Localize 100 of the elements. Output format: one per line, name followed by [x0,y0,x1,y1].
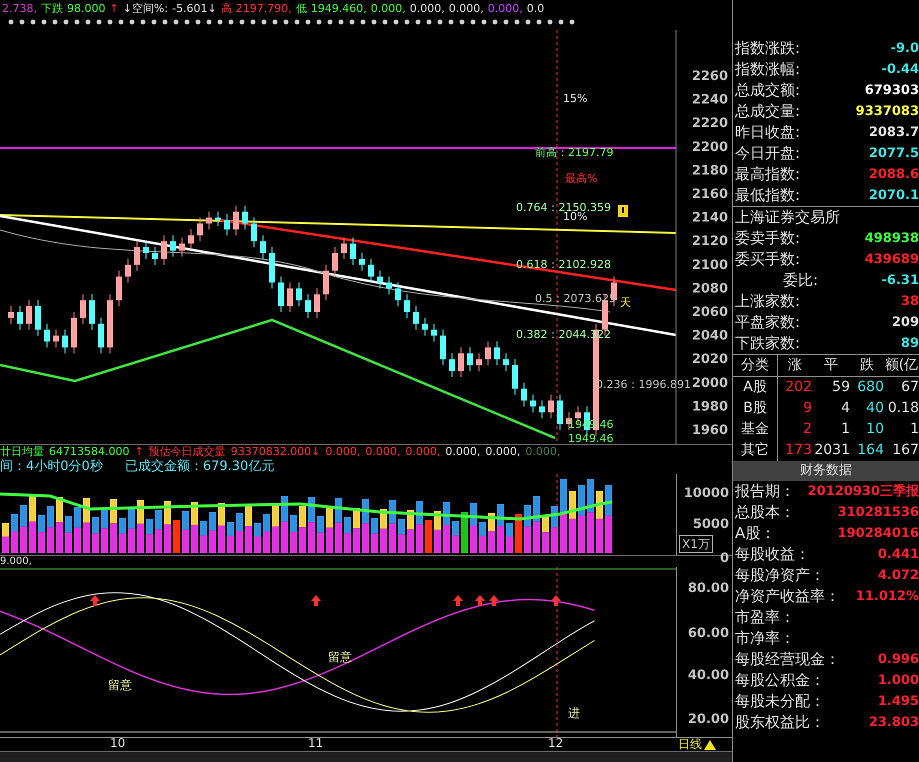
volume-unit-label: X1万 [679,535,713,554]
finance-value: 1.000 [878,672,919,690]
volume-stat-text: 93370832.000↓ [230,445,320,458]
price-axis-label: 2140 [692,210,728,226]
quote-value: 89 [900,335,919,353]
table-cell-text: 0.18 [886,399,919,418]
price-axis-label: 2120 [692,234,728,249]
volume-stat-text: 预估今日成交量 [148,444,226,459]
quote-value: 2088.6 [868,166,919,184]
finance-label: 股东权益比： [735,712,825,733]
date-axis-label: 10 [110,737,126,750]
table-cell-text: 164 [856,441,884,460]
table-cell-text: 67 [900,378,919,397]
quote-label: 平盘家数: [735,312,800,333]
finance-label: 市盈率： [735,607,795,628]
price-axis-label: 2200 [692,140,728,155]
quote-label: 下跌家数: [735,333,800,354]
finance-label: 每股未分配： [735,691,825,712]
quote-value: 498938 [864,230,919,248]
finance-label: 市净率： [735,628,795,649]
quote-label: 总成交量: [735,101,800,122]
quote-text: 低 [296,0,307,16]
quote-text: 0.000, [410,2,445,14]
table-cell: B股 [733,398,778,419]
quote-text: ↑ [110,2,119,14]
quote-label: 指数涨幅: [735,59,800,80]
signal-label: 进 [568,706,580,720]
chart-annotation: 天 [620,296,631,309]
quote-text: 98.000 [67,2,106,14]
price-axis-label: 1960 [692,422,728,438]
quote-value: 209 [892,314,919,332]
quote-value: 2083.7 [868,124,919,142]
finance-value: 23.803 [868,714,919,732]
quote-label: 上涨家数: [735,291,800,312]
table-cell-text: 40 [865,399,884,418]
column-header: 涨 [787,356,803,375]
volume-info-text: 间：4小时0分0秒 [0,458,103,476]
volume-axis-label: 5000 [692,518,729,532]
finance-label: 每股公积金： [735,670,825,691]
date-axis-label: 12 [548,737,564,750]
indicator-axis-label: 40.00 [688,669,729,684]
quote-text: -5.601↓ [172,2,217,14]
quote-label: 昨日收盘: [735,122,800,143]
quote-label: 最高指数: [735,164,800,185]
quote-text: ↓空间%: [122,0,168,16]
column-header: 平 [823,356,839,375]
finance-value: 190284016 [838,525,919,543]
finance-value: 0.996 [878,651,919,669]
finance-header: 财务数据 [733,461,919,481]
finance-value: 0.441 [878,546,919,564]
quote-value: 2070.1 [868,187,919,205]
quote-label: 指数涨跌: [735,38,800,59]
quote-text: 下跌 [41,0,63,16]
finance-label: 每股经营现金： [735,649,840,670]
quote-label: 最低指数: [735,185,800,206]
price-axis-label: 2160 [692,186,728,202]
quote-text: 1949.460, [310,2,367,14]
quote-text: 2.738, [2,2,37,14]
quote-text: 0.000, [488,2,523,14]
finance-value: 4.072 [878,567,919,585]
volume-stat-text: 0.000, [485,445,520,458]
chart-annotation: 前高：2197.79 [535,146,614,159]
quote-value: 679303 [864,82,919,100]
table-cell-text: 4 [840,399,850,418]
signal-label: 留意 [328,650,352,664]
price-axis-label: 2000 [692,376,728,391]
quote-label: 今日开盘: [735,143,800,164]
quote-label: 委比: [782,270,818,291]
column-header: 分类 [733,355,778,376]
indicator-axis-label: 80.00 [688,582,729,596]
table-cell-text: 680 [856,378,884,397]
table-cell-text: 10 [865,420,884,439]
finance-label: 净资产收益率： [735,586,840,607]
quote-label: 委卖手数: [735,228,800,249]
quote-text: 0.000, [448,2,484,14]
table-cell-text: 2 [802,420,812,439]
price-axis-label: 2260 [692,68,728,84]
table-cell-text: 9 [802,399,812,418]
table-cell-text: 2031 [813,441,850,460]
finance-value: 20120930三季报 [808,482,919,501]
table-cell: 基金 [733,419,778,440]
finance-label: 每股收益： [735,544,810,565]
quote-text: 高 [220,0,232,16]
volume-stat-text: 0.000, [525,445,560,458]
quote-value: 38 [900,293,919,311]
finance-label: 每股净资产： [735,565,825,586]
finance-label: 报告期： [735,481,795,502]
volume-stat-text: 64713584.000 [49,445,130,458]
quote-text: 2197.790, [236,2,292,14]
table-cell-text: 1 [909,420,919,439]
chart-annotation: 1949.46 [568,432,614,444]
chart-annotation: 最高% [565,172,598,185]
volume-stat-text: 廿日均量 [0,444,44,459]
volume-stat-text: 0.000, [365,445,400,458]
table-cell-text: 202 [784,378,812,397]
quote-text: 0.000, [370,2,406,14]
column-header: 跌 [859,356,875,375]
price-axis-label: 2180 [692,163,728,178]
quote-value: 439689 [864,251,919,269]
finance-label: 总股本： [735,502,795,523]
